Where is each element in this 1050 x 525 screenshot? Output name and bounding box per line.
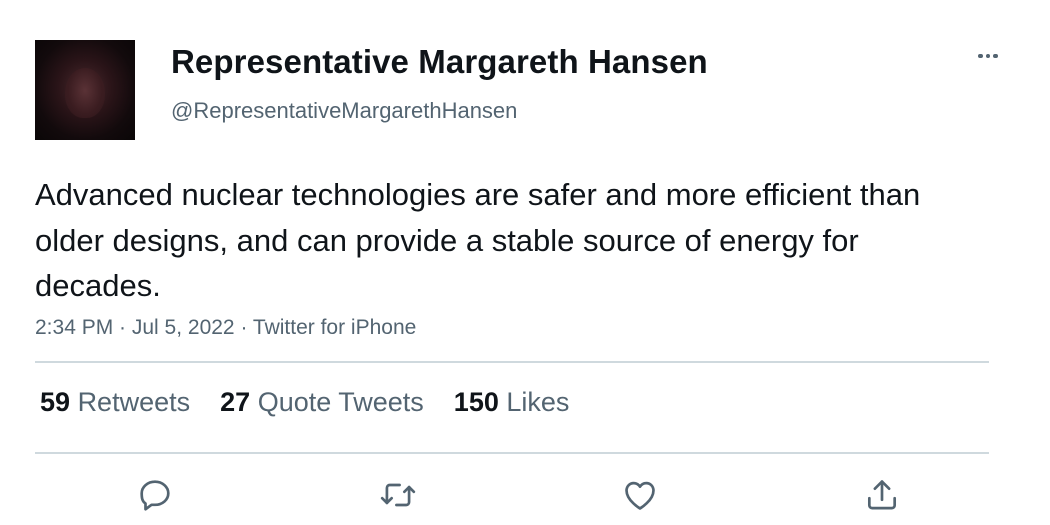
avatar-face: [65, 68, 105, 118]
tweet-card: Representative Margareth Hansen @Represe…: [0, 0, 1050, 525]
retweet-icon: [380, 483, 416, 507]
more-dot: [978, 53, 983, 59]
retweet-button[interactable]: [378, 476, 418, 516]
likes-label: Likes: [506, 387, 570, 417]
reply-icon: [140, 480, 170, 511]
quote-tweets-label: Quote Tweets: [257, 387, 424, 417]
engagement-stats: 59 Retweets 27 Quote Tweets 150 Likes: [40, 387, 599, 418]
retweets-label: Retweets: [77, 387, 191, 417]
likes-stat[interactable]: 150 Likes: [454, 387, 570, 418]
retweets-count: 59: [40, 387, 71, 417]
author-display-name[interactable]: Representative Margareth Hansen: [171, 43, 708, 81]
more-icon[interactable]: [972, 44, 1004, 68]
retweets-stat[interactable]: 59 Retweets: [40, 387, 190, 418]
more-dot: [985, 53, 991, 59]
avatar[interactable]: [35, 40, 135, 140]
more-dot: [993, 53, 998, 59]
tweet-timestamp-source[interactable]: 2:34 PM · Jul 5, 2022 · Twitter for iPho…: [35, 316, 416, 340]
quote-tweets-stat[interactable]: 27 Quote Tweets: [220, 387, 424, 418]
like-button[interactable]: [620, 476, 660, 516]
divider: [35, 452, 989, 454]
reply-button[interactable]: [135, 476, 175, 516]
author-handle[interactable]: @RepresentativeMargarethHansen: [171, 98, 517, 124]
share-icon: [867, 480, 897, 510]
quote-tweets-count: 27: [220, 387, 251, 417]
likes-count: 150: [453, 387, 499, 417]
like-icon: [625, 481, 655, 510]
tweet-text: Advanced nuclear technologies are safer …: [35, 177, 921, 303]
divider: [35, 361, 989, 363]
share-button[interactable]: [862, 476, 902, 516]
